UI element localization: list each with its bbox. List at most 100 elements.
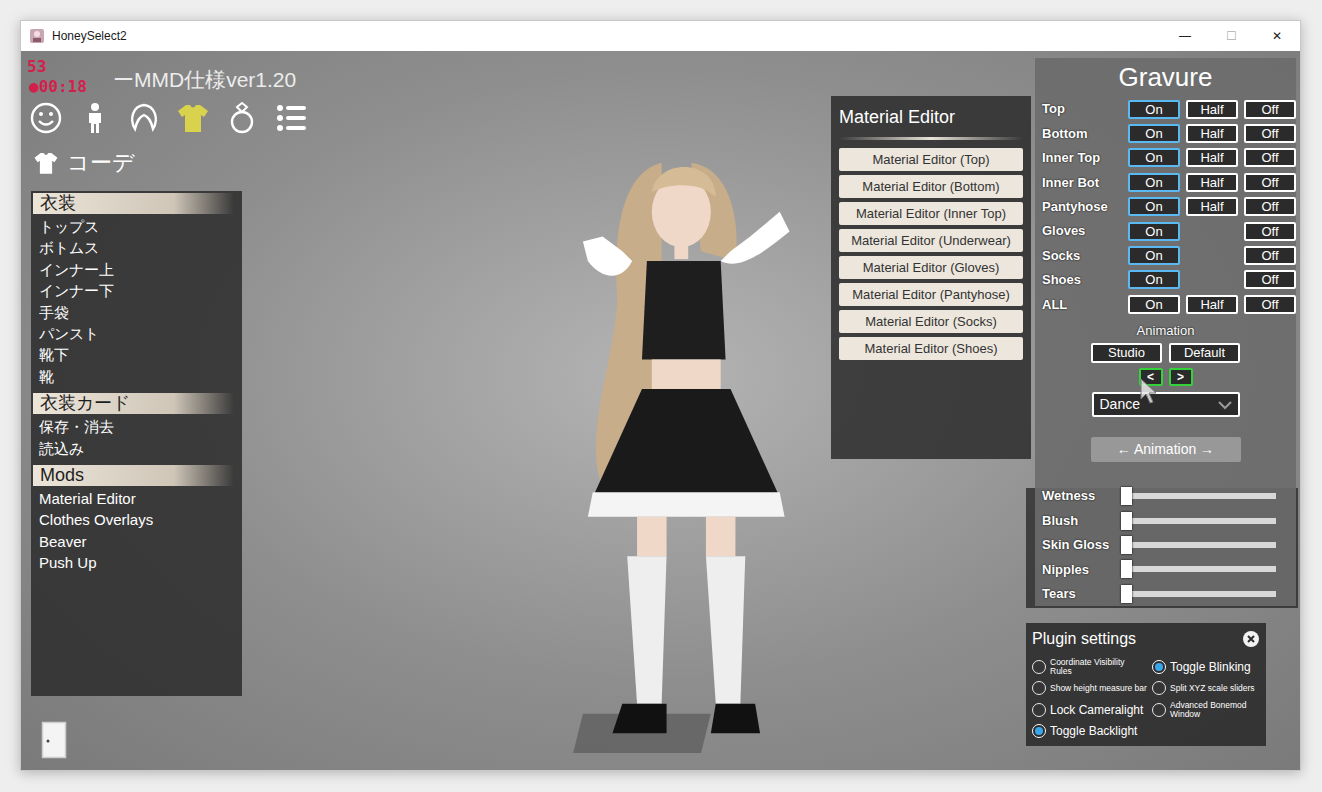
toggle-button[interactable]: Off (1244, 222, 1296, 241)
radio-option[interactable]: Toggle Backlight (1032, 721, 1148, 743)
material-editor-button[interactable]: Material Editor (Pantyhose) (839, 283, 1023, 306)
animation-dropdown[interactable]: Dance (1092, 392, 1240, 417)
row-label: Shoes (1042, 270, 1128, 290)
slider-track[interactable] (1121, 591, 1276, 597)
animation-button[interactable]: ← Animation → (1091, 437, 1241, 462)
accessory-icon[interactable] (225, 101, 259, 135)
radio-button[interactable] (1032, 703, 1046, 717)
slider-track[interactable] (1121, 518, 1276, 524)
toggle-button[interactable]: Half (1186, 124, 1238, 143)
toggle-button[interactable]: On (1128, 270, 1180, 289)
gravure-rows: TopOnHalfOffBottomOnHalfOffInner TopOnHa… (1035, 97, 1296, 317)
mode-button[interactable]: Default (1169, 343, 1240, 363)
toggle-button[interactable]: Off (1244, 124, 1296, 143)
toggle-button[interactable]: On (1128, 124, 1180, 143)
sidebar-item[interactable]: 靴 (31, 366, 242, 387)
toggle-button[interactable]: On (1128, 100, 1180, 119)
toggle-button[interactable]: Half (1186, 197, 1238, 216)
face-icon[interactable] (29, 101, 63, 135)
sidebar-item[interactable]: パンスト (31, 323, 242, 344)
sidebar-item[interactable]: トップス (31, 216, 242, 237)
radio-option[interactable]: Coordinate Visibility Rules (1032, 656, 1148, 678)
toggle-button[interactable]: Off (1244, 148, 1296, 167)
radio-option[interactable]: Toggle Blinking (1152, 656, 1260, 678)
toggle-button[interactable]: On (1128, 148, 1180, 167)
toggle-button[interactable]: Off (1244, 270, 1296, 289)
sidebar-item[interactable]: 読込み (31, 438, 242, 459)
game-viewport[interactable]: ーMMD仕様ver1.2053●00:18コーデ衣装トップスボトムスインナー上イ… (21, 51, 1300, 770)
toggle-button[interactable]: Half (1186, 173, 1238, 192)
toggle-button[interactable]: On (1128, 246, 1180, 265)
row-label: Socks (1042, 246, 1128, 266)
slider-track[interactable] (1121, 493, 1276, 499)
radio-option[interactable]: Lock Cameralight (1032, 699, 1148, 721)
sidebar-item[interactable]: インナー下 (31, 280, 242, 301)
slider-track[interactable] (1121, 566, 1276, 572)
material-editor-button[interactable]: Material Editor (Inner Top) (839, 202, 1023, 225)
radio-button[interactable] (1152, 660, 1166, 674)
sidebar-item[interactable]: Clothes Overlays (31, 509, 242, 530)
radio-option[interactable]: Show height measure bar (1032, 678, 1148, 700)
slider-thumb[interactable] (1121, 560, 1132, 578)
row-label: Bottom (1042, 124, 1128, 144)
sidebar-item[interactable]: Material Editor (31, 488, 242, 509)
empty-slot (1186, 222, 1238, 241)
material-editor-button[interactable]: Material Editor (Bottom) (839, 175, 1023, 198)
toggle-button[interactable]: Off (1244, 295, 1296, 314)
slider-row: Nipples (1042, 557, 1296, 581)
close-button[interactable]: ✕ (1254, 21, 1300, 51)
slider-thumb[interactable] (1121, 487, 1132, 505)
toggle-button[interactable]: On (1128, 197, 1180, 216)
clothes-icon[interactable] (176, 101, 210, 135)
material-editor-button[interactable]: Material Editor (Underwear) (839, 229, 1023, 252)
toggle-button[interactable]: Off (1244, 100, 1296, 119)
toggle-button[interactable]: On (1128, 295, 1180, 314)
option-group: On Half Off (1128, 173, 1296, 192)
sidebar-item[interactable]: インナー上 (31, 259, 242, 280)
radio-option[interactable]: Split XYZ scale sliders (1152, 678, 1260, 700)
sidebar-item[interactable]: Push Up (31, 552, 242, 573)
section-heading: コーデ (33, 146, 135, 179)
sidebar-item[interactable]: 保存・消去 (31, 416, 242, 437)
maximize-button[interactable]: ☐ (1208, 21, 1254, 51)
toggle-button[interactable]: Half (1186, 295, 1238, 314)
material-editor-button[interactable]: Material Editor (Top) (839, 148, 1023, 171)
sidebar-item[interactable]: Beaver (31, 531, 242, 552)
close-icon[interactable] (1243, 631, 1259, 647)
radio-button[interactable] (1152, 703, 1166, 717)
sidebar-item[interactable]: ボトムス (31, 237, 242, 258)
minimize-button[interactable]: — (1162, 21, 1208, 51)
toggle-button[interactable]: Half (1186, 100, 1238, 119)
option-column: Coordinate Visibility RulesShow height m… (1032, 656, 1148, 742)
toggle-button[interactable]: Off (1244, 173, 1296, 192)
material-editor-list: Material Editor (Top) Material Editor (Bo… (839, 148, 1023, 360)
body-icon[interactable] (78, 101, 112, 135)
toggle-button[interactable]: Off (1244, 197, 1296, 216)
radio-button[interactable] (1152, 681, 1166, 695)
material-editor-button[interactable]: Material Editor (Socks) (839, 310, 1023, 333)
toggle-button[interactable]: On (1128, 173, 1180, 192)
material-editor-button[interactable]: Material Editor (Gloves) (839, 256, 1023, 279)
toggle-button[interactable]: Half (1186, 148, 1238, 167)
row-label: Gloves (1042, 221, 1128, 241)
slider-thumb[interactable] (1121, 585, 1132, 603)
panel-title: Plugin settings (1032, 627, 1136, 651)
slider-track[interactable] (1121, 542, 1276, 548)
toggle-button[interactable]: On (1128, 222, 1180, 241)
radio-button[interactable] (1032, 681, 1046, 695)
list-icon[interactable] (274, 101, 308, 135)
radio-button[interactable] (1032, 660, 1046, 674)
hair-icon[interactable] (127, 101, 161, 135)
slider-thumb[interactable] (1121, 536, 1132, 554)
sidebar-item[interactable]: 手袋 (31, 302, 242, 323)
toggle-button[interactable]: Off (1244, 246, 1296, 265)
next-button[interactable]: > (1169, 368, 1193, 386)
radio-option[interactable]: Advanced Bonemod Window (1152, 699, 1260, 721)
mode-button[interactable]: Studio (1091, 343, 1162, 363)
material-editor-button[interactable]: Material Editor (Shoes) (839, 337, 1023, 360)
material-editor-panel: Material EditorMaterial Editor (Top)Mate… (831, 96, 1031, 459)
slider-thumb[interactable] (1121, 512, 1132, 530)
sidebar-item[interactable]: 靴下 (31, 344, 242, 365)
plugin-settings-panel: Plugin settings Coordinate Visibility Rul… (1026, 623, 1266, 746)
radio-button[interactable] (1032, 724, 1046, 738)
